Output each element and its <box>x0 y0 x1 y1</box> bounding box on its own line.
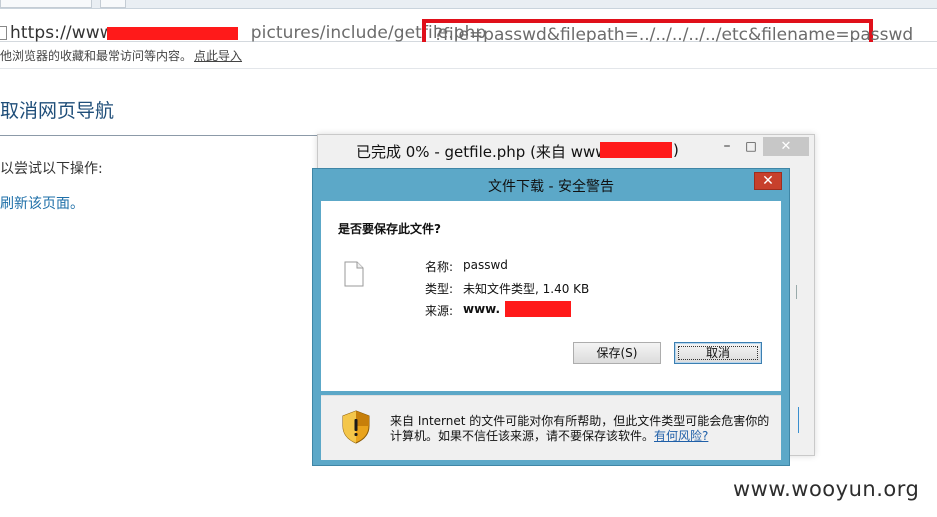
maximize-button[interactable]: □ <box>742 137 760 155</box>
refresh-page-link[interactable]: 刷新该页面。 <box>0 193 84 213</box>
watermark: www.wooyun.org <box>733 477 920 501</box>
url-text[interactable]: https://www pictures/include/getfile.php <box>10 23 486 43</box>
tab-strip <box>0 0 937 9</box>
type-label: 类型: <box>425 282 454 296</box>
url-host: https://www <box>10 23 114 43</box>
favorites-bar-text: 他浏览器的收藏和最常访问等内容。 <box>0 49 193 63</box>
progress-title-redaction <box>600 142 672 158</box>
close-button[interactable]: ✕ <box>763 137 809 156</box>
focus-rectangle <box>678 346 758 360</box>
url-redaction <box>107 27 238 40</box>
browser-tab[interactable] <box>0 0 92 8</box>
security-warning-text: 来自 Internet 的文件可能对你有所帮助，但此文件类型可能会危害你的计算机… <box>390 414 770 444</box>
progress-titlebar[interactable]: 已完成 0% - getfile.php (来自 www. ) – □ ✕ <box>318 135 814 165</box>
dialog-close-button[interactable]: ✕ <box>754 172 782 190</box>
type-value: 未知文件类型, 1.40 KB <box>463 282 590 296</box>
security-warning-dialog: 文件下载 - 安全警告 ✕ 是否要保存此文件? 名称: passwd 类型: 未… <box>312 168 790 466</box>
progress-title: 已完成 0% - getfile.php (来自 www. <box>356 143 611 161</box>
save-button[interactable]: 保存(S) <box>573 342 661 364</box>
dialog-titlebar[interactable]: 文件下载 - 安全警告 ✕ <box>313 169 789 200</box>
error-suggestion-text: 以尝试以下操作: <box>0 161 103 177</box>
favorites-bar: 他浏览器的收藏和最常访问等内容。 点此导入 <box>0 42 937 69</box>
progress-window-control-edge <box>790 285 797 299</box>
error-page-title: 取消网页导航 <box>0 100 115 122</box>
minimize-button[interactable]: – <box>718 137 736 155</box>
dialog-title: 文件下载 - 安全警告 <box>488 179 614 195</box>
warning-message: 来自 Internet 的文件可能对你有所帮助，但此文件类型可能会危害你的计算机… <box>390 414 770 443</box>
page-icon <box>0 26 7 40</box>
progress-window-control-edge <box>792 407 799 433</box>
dialog-warning-footer: 来自 Internet 的文件可能对你有所帮助，但此文件类型可能会危害你的计算机… <box>321 395 781 460</box>
source-label: 来源: <box>425 304 454 318</box>
name-value: passwd <box>463 258 508 272</box>
name-label: 名称: <box>425 260 454 274</box>
save-question: 是否要保存此文件? <box>338 222 441 236</box>
new-tab-button[interactable] <box>100 0 126 8</box>
progress-title-suffix: ) <box>673 141 679 159</box>
source-redaction <box>505 301 571 317</box>
source-value: www. <box>463 302 501 316</box>
whats-the-risk-link[interactable]: 有何风险? <box>654 429 708 443</box>
error-divider <box>0 135 320 136</box>
import-favorites-link[interactable]: 点此导入 <box>194 47 242 64</box>
cancel-button[interactable]: 取消 <box>674 342 762 364</box>
security-shield-icon <box>342 410 370 444</box>
file-icon <box>344 261 364 287</box>
address-bar[interactable]: https://www pictures/include/getfile.php … <box>0 9 937 49</box>
dialog-body: 是否要保存此文件? 名称: passwd 类型: 未知文件类型, 1.40 KB… <box>321 201 781 391</box>
